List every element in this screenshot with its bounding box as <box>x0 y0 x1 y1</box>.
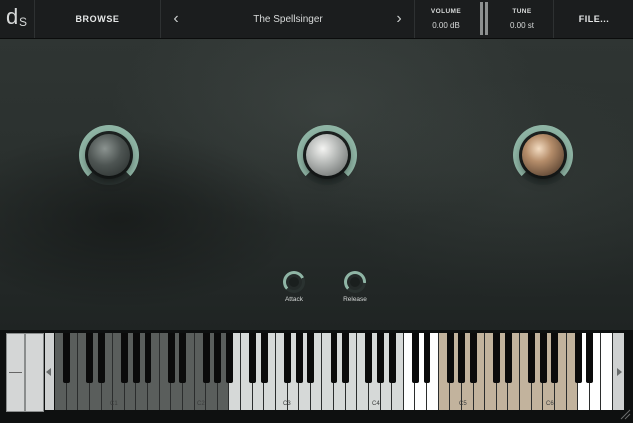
piano-black-key[interactable] <box>330 333 338 383</box>
octave-label: C2 <box>197 401 205 407</box>
piano-black-key[interactable] <box>458 333 466 383</box>
pitch-wheel-center-line <box>9 372 22 373</box>
logo-letter-s: S <box>19 15 28 29</box>
piano-black-key[interactable] <box>423 333 431 383</box>
piano-black-key[interactable] <box>307 333 315 383</box>
octave-label: C1 <box>110 401 118 407</box>
knob-cap <box>522 134 564 176</box>
divider <box>160 0 161 38</box>
knob-cap <box>88 134 130 176</box>
piano-black-key[interactable] <box>528 333 536 383</box>
macro-knob-3[interactable] <box>513 125 573 185</box>
piano-black-key[interactable] <box>260 333 268 383</box>
piano-black-key[interactable] <box>574 333 582 383</box>
piano-black-key[interactable] <box>411 333 419 383</box>
piano-black-key[interactable] <box>284 333 291 383</box>
piano-black-key[interactable] <box>388 333 396 383</box>
piano-black-key[interactable] <box>63 333 71 383</box>
keyboard-area: C1 C2 C3 C4 C5 C6 <box>0 330 633 423</box>
attack-label: Attack <box>284 296 304 303</box>
piano-black-key[interactable] <box>144 333 152 383</box>
piano-black-key[interactable] <box>446 333 454 383</box>
knob-cap <box>350 277 360 287</box>
tune-label: TUNE <box>512 8 532 15</box>
piano-white-key[interactable] <box>601 333 613 410</box>
piano-black-key[interactable] <box>493 333 501 383</box>
keyboard-scroll-right-button[interactable] <box>613 333 624 410</box>
file-menu-button[interactable]: FILE... <box>555 0 633 38</box>
volume-value: 0.00 dB <box>432 21 460 30</box>
resize-grip-icon[interactable] <box>618 407 631 420</box>
piano-black-key[interactable] <box>132 333 140 383</box>
tune-value: 0.00 st <box>509 21 534 30</box>
piano-black-key[interactable] <box>121 333 129 383</box>
piano-black-key[interactable] <box>98 333 105 383</box>
macro-knob-2[interactable] <box>297 125 357 185</box>
keyboard-scroll-left-button[interactable] <box>45 333 54 410</box>
chevron-left-icon: ‹ <box>173 10 179 27</box>
piano-keyboard[interactable]: C1 C2 C3 C4 C5 C6 <box>55 333 613 410</box>
release-knob[interactable] <box>344 271 366 293</box>
attack-knob[interactable] <box>283 271 305 293</box>
piano-black-key[interactable] <box>470 333 477 383</box>
divider <box>414 0 415 38</box>
chevron-right-icon: › <box>396 10 402 27</box>
piano-black-key[interactable] <box>377 333 384 383</box>
previous-preset-button[interactable]: ‹ <box>165 0 187 38</box>
app-logo: d S <box>0 0 34 38</box>
next-preset-button[interactable]: › <box>388 0 410 38</box>
pitch-wheel[interactable] <box>6 333 25 412</box>
piano-black-key[interactable] <box>202 333 210 383</box>
piano-black-key[interactable] <box>365 333 373 383</box>
octave-label: C4 <box>372 401 380 407</box>
macro-knob-1[interactable] <box>79 125 139 185</box>
volume-meter <box>479 0 489 38</box>
piano-black-key[interactable] <box>249 333 257 383</box>
top-bar: d S BROWSE ‹ The Spellsinger › VOLUME 0.… <box>0 0 633 39</box>
divider <box>553 0 554 38</box>
volume-control[interactable]: VOLUME 0.00 dB <box>416 0 476 38</box>
knob-cap <box>289 277 299 287</box>
piano-black-key[interactable] <box>342 333 350 383</box>
preset-name[interactable]: The Spellsinger <box>190 0 386 38</box>
mod-wheel[interactable] <box>25 333 44 412</box>
meter-bar-right <box>485 2 488 35</box>
piano-black-key[interactable] <box>225 333 233 383</box>
piano-black-key[interactable] <box>295 333 303 383</box>
volume-label: VOLUME <box>430 8 462 15</box>
octave-label: C5 <box>459 401 467 407</box>
piano-black-key[interactable] <box>86 333 94 383</box>
piano-black-key[interactable] <box>179 333 187 383</box>
meter-bar-left <box>480 2 483 35</box>
piano-black-key[interactable] <box>551 333 559 383</box>
octave-label: C3 <box>283 401 291 407</box>
piano-black-key[interactable] <box>586 333 594 383</box>
knob-cap <box>306 134 348 176</box>
piano-black-key[interactable] <box>214 333 222 383</box>
octave-label: C6 <box>546 401 554 407</box>
piano-black-key[interactable] <box>167 333 175 383</box>
logo-letter-d: d <box>6 4 19 29</box>
browse-button[interactable]: BROWSE <box>35 0 160 38</box>
piano-black-key[interactable] <box>504 333 512 383</box>
release-label: Release <box>343 296 367 303</box>
piano-black-key[interactable] <box>539 333 547 383</box>
tune-control[interactable]: TUNE 0.00 st <box>492 0 552 38</box>
